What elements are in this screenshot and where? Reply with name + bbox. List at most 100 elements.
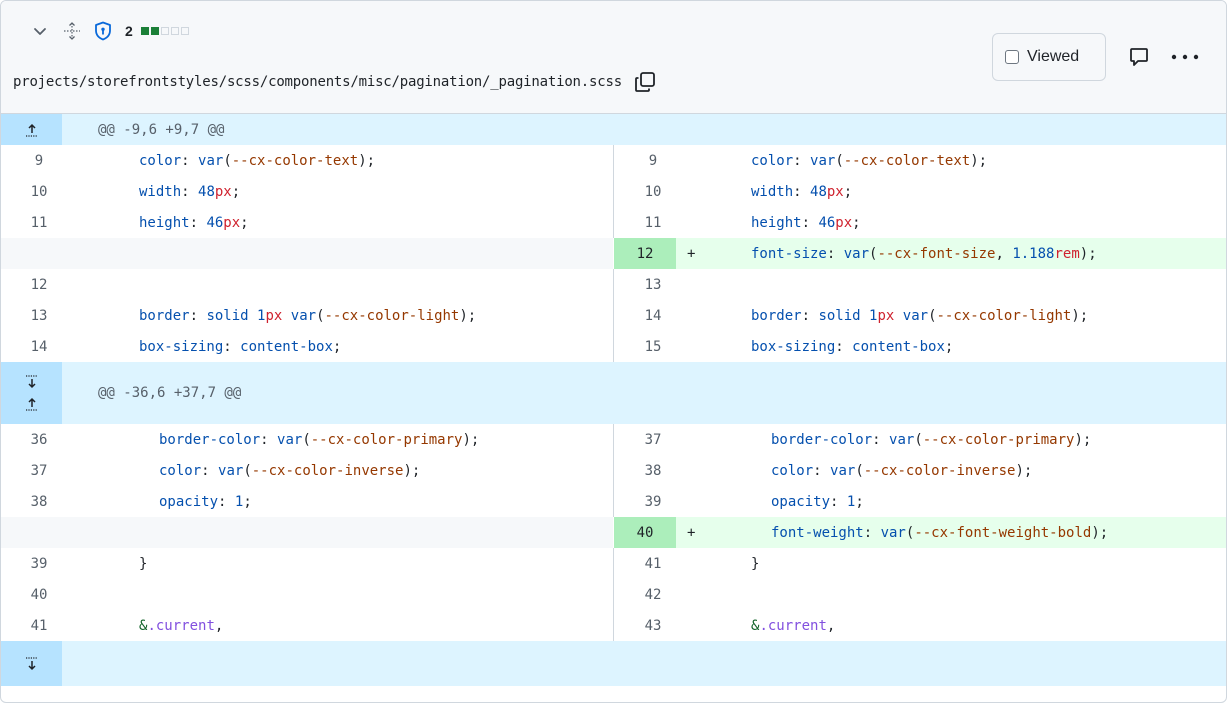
code-right: border: solid 1 px var(--cx-color-light); bbox=[751, 300, 1088, 331]
split-divider bbox=[613, 579, 614, 610]
diff-file: 2 projects/storefrontstyles/scss/compone… bbox=[0, 0, 1227, 703]
change-count: 2 bbox=[125, 23, 133, 39]
code-token: : bbox=[218, 493, 235, 510]
file-path[interactable]: projects/storefrontstyles/scss/component… bbox=[13, 74, 622, 90]
line-number-left[interactable]: 11 bbox=[9, 207, 69, 238]
diff-plus-sign: + bbox=[687, 524, 696, 541]
diff-row-added: 40 + font-weight: var(--cx-font-weight-bol… bbox=[1, 517, 1226, 548]
code-token: ( bbox=[869, 245, 878, 262]
line-number-left[interactable]: 40 bbox=[9, 579, 69, 610]
code-token: ( bbox=[928, 307, 937, 324]
code-token: color bbox=[771, 462, 814, 479]
expand-down-icon[interactable] bbox=[24, 656, 40, 672]
line-number-right[interactable]: 38 bbox=[623, 455, 683, 486]
viewed-checkbox[interactable] bbox=[1005, 50, 1019, 64]
line-number-right[interactable]: 43 bbox=[623, 610, 683, 641]
diffstat-block-neutral bbox=[180, 27, 189, 35]
code-right: height: 46 px; bbox=[751, 207, 861, 238]
expand-up-icon[interactable] bbox=[24, 122, 40, 138]
comment-icon[interactable] bbox=[1125, 43, 1153, 71]
line-number-right[interactable]: 9 bbox=[623, 145, 683, 176]
move-icon[interactable] bbox=[63, 22, 81, 40]
code-token: color bbox=[139, 152, 182, 169]
code-token: ( bbox=[316, 307, 325, 324]
code-token: ; bbox=[231, 183, 241, 200]
line-number-left[interactable]: 9 bbox=[9, 145, 69, 176]
chevron-down-icon[interactable] bbox=[31, 22, 49, 40]
line-number-right[interactable]: 40 bbox=[614, 517, 676, 548]
line-number-left[interactable]: 13 bbox=[9, 300, 69, 331]
line-number-right[interactable]: 11 bbox=[623, 207, 683, 238]
expand-up-icon[interactable] bbox=[24, 396, 40, 412]
line-number-left[interactable]: 38 bbox=[9, 486, 69, 517]
copy-icon[interactable] bbox=[634, 71, 656, 93]
expand-button[interactable] bbox=[1, 641, 62, 686]
code-token: : bbox=[793, 152, 811, 169]
code-left: box-sizing: content-box; bbox=[139, 331, 341, 362]
code-token: rem bbox=[1054, 245, 1080, 262]
code-token: width bbox=[751, 183, 794, 200]
code-token: var bbox=[889, 431, 915, 448]
empty-left-cell bbox=[1, 517, 613, 548]
code-token: : bbox=[181, 183, 199, 200]
code-token: 48 bbox=[198, 183, 215, 200]
diff-plus-sign: + bbox=[687, 245, 696, 262]
code-token: ( bbox=[223, 152, 232, 169]
diff-row: 41 & .current, 43 & .current, bbox=[1, 610, 1226, 641]
code-token: : bbox=[793, 183, 811, 200]
code-token: px bbox=[223, 214, 241, 231]
line-number-right[interactable]: 13 bbox=[623, 269, 683, 300]
line-number-left[interactable]: 41 bbox=[9, 610, 69, 641]
code-token: 48 bbox=[810, 183, 827, 200]
line-number-right[interactable]: 15 bbox=[623, 331, 683, 362]
code-right: & .current, bbox=[751, 610, 835, 641]
expand-button[interactable] bbox=[1, 114, 62, 145]
line-number-left[interactable]: 36 bbox=[9, 424, 69, 455]
line-number-right[interactable]: 42 bbox=[623, 579, 683, 610]
code-token: ; bbox=[240, 214, 249, 231]
file-header: 2 projects/storefrontstyles/scss/compone… bbox=[1, 1, 1226, 114]
code-token: --cx-color-light bbox=[936, 307, 1072, 324]
code-token: ( bbox=[855, 462, 864, 479]
code-token: var bbox=[218, 462, 244, 479]
code-token: ; bbox=[852, 214, 861, 231]
code-token: width bbox=[139, 183, 182, 200]
line-number-right[interactable]: 37 bbox=[623, 424, 683, 455]
expand-button[interactable] bbox=[1, 362, 62, 424]
code-token: 46 bbox=[818, 214, 836, 231]
code-token: font-size bbox=[751, 245, 827, 262]
line-number-left[interactable]: 37 bbox=[9, 455, 69, 486]
code-token: --cx-color-primary bbox=[310, 431, 463, 448]
line-number-left[interactable]: 12 bbox=[9, 269, 69, 300]
code-token: ; bbox=[855, 493, 864, 510]
kebab-horizontal-icon[interactable] bbox=[1169, 43, 1201, 71]
code-token: px bbox=[265, 307, 283, 324]
code-token: 1 bbox=[869, 307, 878, 324]
line-number-right[interactable]: 14 bbox=[623, 300, 683, 331]
code-token: ; bbox=[843, 183, 853, 200]
line-number-right[interactable]: 12 bbox=[614, 238, 676, 269]
code-token: opacity bbox=[771, 493, 831, 510]
code-token: : bbox=[189, 214, 207, 231]
line-number-left[interactable]: 39 bbox=[9, 548, 69, 579]
line-number-right[interactable]: 41 bbox=[623, 548, 683, 579]
line-number-right[interactable]: 39 bbox=[623, 486, 683, 517]
line-number-left[interactable]: 10 bbox=[9, 176, 69, 207]
line-number-left[interactable]: 14 bbox=[9, 331, 69, 362]
code-token: opacity bbox=[159, 493, 219, 510]
diff-row: 14 box-sizing: content-box; 15 box-sizing: … bbox=[1, 331, 1226, 362]
code-token: : bbox=[863, 524, 881, 541]
code-token: ); bbox=[1091, 524, 1109, 541]
code-token: box-sizing bbox=[751, 338, 836, 355]
shield-icon[interactable] bbox=[93, 21, 113, 41]
file-header-controls: 2 bbox=[31, 19, 189, 43]
line-number-right[interactable]: 10 bbox=[623, 176, 683, 207]
code-right: font-size: var(--cx-font-size, 1.188 rem)… bbox=[751, 238, 1097, 269]
empty-left-cell bbox=[1, 238, 613, 269]
viewed-button[interactable]: Viewed bbox=[992, 33, 1106, 81]
diff-row: 11 height: 46 px; 11 height: 46 px; bbox=[1, 207, 1226, 238]
code-token: var bbox=[198, 152, 224, 169]
expand-down-icon[interactable] bbox=[24, 374, 40, 390]
